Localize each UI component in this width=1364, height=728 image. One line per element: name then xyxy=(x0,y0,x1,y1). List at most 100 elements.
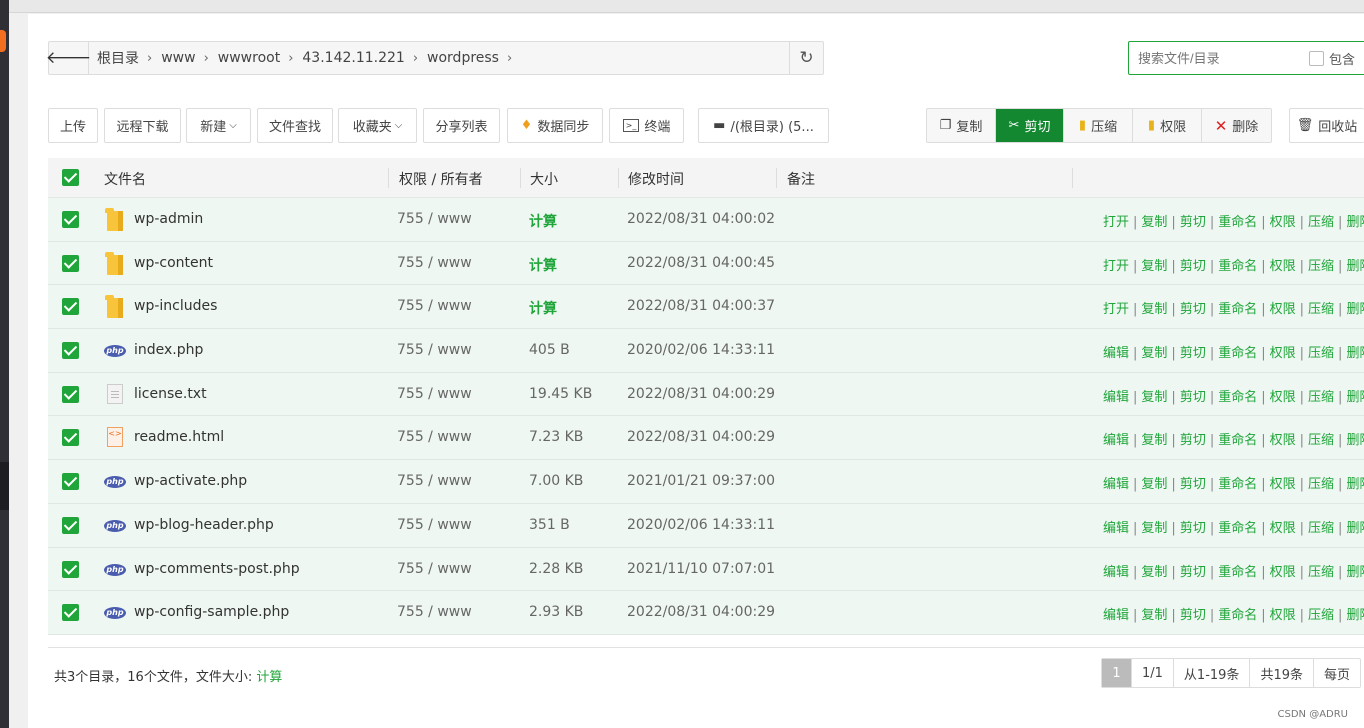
breadcrumb-item[interactable]: 43.142.11.221 xyxy=(302,50,404,66)
row-action[interactable]: 删除 xyxy=(1346,259,1364,274)
row-action[interactable]: 复制 xyxy=(1141,477,1167,492)
file-name[interactable]: readme.html xyxy=(134,429,224,445)
row-action[interactable]: 删除 xyxy=(1346,215,1364,230)
row-action[interactable]: 压缩 xyxy=(1308,346,1334,361)
remote-download-button[interactable]: 远程下载 xyxy=(104,108,181,143)
row-action[interactable]: 压缩 xyxy=(1308,521,1334,536)
table-row[interactable]: wp-includes 755 / www 计算 2022/08/31 04:00:3… xyxy=(48,285,1364,330)
row-action[interactable]: 删除 xyxy=(1346,346,1364,361)
row-action[interactable]: 重命名 xyxy=(1218,346,1257,361)
row-open-action[interactable]: 编辑 xyxy=(1103,565,1129,580)
row-open-action[interactable]: 编辑 xyxy=(1103,390,1129,405)
row-open-action[interactable]: 编辑 xyxy=(1103,521,1129,536)
file-permission[interactable]: 755 / www xyxy=(397,211,472,227)
row-checkbox[interactable] xyxy=(62,211,79,228)
row-action[interactable]: 权限 xyxy=(1270,608,1296,623)
file-name[interactable]: wp-includes xyxy=(134,298,217,314)
file-permission[interactable]: 755 / www xyxy=(397,604,472,620)
row-checkbox[interactable] xyxy=(62,473,79,491)
batch-cut-button[interactable]: ✂ 剪切 xyxy=(996,109,1064,142)
favorites-dropdown-button[interactable]: 收藏夹 ⌵ xyxy=(338,108,417,143)
header-size[interactable]: 大小 xyxy=(530,169,558,189)
row-action[interactable]: 权限 xyxy=(1270,565,1296,580)
file-name[interactable]: license.txt xyxy=(134,386,207,402)
row-open-action[interactable]: 编辑 xyxy=(1103,433,1129,448)
row-checkbox[interactable] xyxy=(62,516,79,534)
row-open-action[interactable]: 编辑 xyxy=(1103,477,1129,492)
row-checkbox[interactable] xyxy=(62,429,79,447)
row-action[interactable]: 压缩 xyxy=(1308,302,1334,317)
row-open-action[interactable]: 编辑 xyxy=(1103,346,1129,361)
row-action[interactable]: 删除 xyxy=(1346,608,1364,623)
row-checkbox[interactable] xyxy=(62,560,79,578)
row-action[interactable]: 剪切 xyxy=(1180,215,1206,230)
column-divider[interactable] xyxy=(1072,168,1073,188)
back-button[interactable]: 🡐 xyxy=(46,42,91,74)
row-action[interactable]: 复制 xyxy=(1141,608,1167,623)
search-input[interactable] xyxy=(1129,43,1309,73)
row-action[interactable]: 剪切 xyxy=(1180,608,1206,623)
column-divider[interactable] xyxy=(776,168,777,188)
row-action[interactable]: 复制 xyxy=(1141,390,1167,405)
row-action[interactable]: 重命名 xyxy=(1218,433,1257,448)
row-action[interactable]: 剪切 xyxy=(1180,521,1206,536)
row-action[interactable]: 重命名 xyxy=(1218,259,1257,274)
row-action[interactable]: 权限 xyxy=(1270,215,1296,230)
file-permission[interactable]: 755 / www xyxy=(397,429,472,445)
row-action[interactable]: 剪切 xyxy=(1180,565,1206,580)
new-dropdown-button[interactable]: 新建 ⌵ xyxy=(186,108,251,143)
page-size-selector[interactable]: 每页 xyxy=(1314,659,1360,687)
row-action[interactable]: 删除 xyxy=(1346,477,1364,492)
row-action[interactable]: 重命名 xyxy=(1218,390,1257,405)
file-size[interactable]: 计算 xyxy=(529,298,557,318)
table-row[interactable]: php wp-activate.php 755 / www 7.00 KB 2021/0… xyxy=(48,460,1364,504)
row-action[interactable]: 重命名 xyxy=(1218,215,1257,230)
file-name[interactable]: wp-activate.php xyxy=(134,473,247,489)
table-row[interactable]: php wp-config-sample.php 755 / www 2.93 KB 2… xyxy=(48,591,1364,635)
table-row[interactable]: license.txt 755 / www 19.45 KB 2022/08/31 0… xyxy=(48,372,1364,417)
page-current[interactable]: 1 xyxy=(1102,659,1132,687)
file-permission[interactable]: 755 / www xyxy=(397,517,472,533)
table-row[interactable]: php wp-comments-post.php 755 / www 2.28 KB 2… xyxy=(48,547,1364,592)
row-action[interactable]: 权限 xyxy=(1270,521,1296,536)
row-action[interactable]: 剪切 xyxy=(1180,302,1206,317)
table-row[interactable]: <> readme.html 755 / www 7.23 KB 2022/08/31 … xyxy=(48,416,1364,461)
row-action[interactable]: 复制 xyxy=(1141,346,1167,361)
row-action[interactable]: 删除 xyxy=(1346,565,1364,580)
row-action[interactable]: 复制 xyxy=(1141,215,1167,230)
header-mtime[interactable]: 修改时间 xyxy=(628,169,684,189)
row-action[interactable]: 重命名 xyxy=(1218,521,1257,536)
row-action[interactable]: 压缩 xyxy=(1308,390,1334,405)
upload-button[interactable]: 上传 xyxy=(48,108,98,143)
row-action[interactable]: 复制 xyxy=(1141,565,1167,580)
select-all-checkbox[interactable] xyxy=(62,169,79,186)
column-divider[interactable] xyxy=(520,168,521,188)
table-row[interactable]: php wp-blog-header.php 755 / www 351 B 2020/… xyxy=(48,503,1364,548)
row-action[interactable]: 权限 xyxy=(1270,390,1296,405)
calc-size-link[interactable]: 计算 xyxy=(256,670,282,685)
row-action[interactable]: 删除 xyxy=(1346,390,1364,405)
refresh-button[interactable]: ↻ xyxy=(789,42,823,74)
row-action[interactable]: 压缩 xyxy=(1308,433,1334,448)
breadcrumb-item[interactable]: wwwroot xyxy=(218,50,280,66)
breadcrumb-item[interactable]: www xyxy=(161,50,195,66)
row-action[interactable]: 重命名 xyxy=(1218,477,1257,492)
row-open-action[interactable]: 编辑 xyxy=(1103,608,1129,623)
breadcrumb-item[interactable]: wordpress xyxy=(427,50,499,66)
row-action[interactable]: 删除 xyxy=(1346,302,1364,317)
file-name[interactable]: wp-content xyxy=(134,255,213,271)
file-permission[interactable]: 755 / www xyxy=(397,561,472,577)
row-action[interactable]: 压缩 xyxy=(1308,565,1334,580)
header-filename[interactable]: 文件名 xyxy=(104,169,146,189)
include-subdir-toggle[interactable]: 包含 xyxy=(1309,49,1355,68)
row-action[interactable]: 删除 xyxy=(1346,433,1364,448)
table-row[interactable]: wp-admin 755 / www 计算 2022/08/31 04:00:02 打开… xyxy=(48,198,1364,242)
batch-permission-button[interactable]: ▮ 权限 xyxy=(1133,109,1202,142)
row-action[interactable]: 重命名 xyxy=(1218,302,1257,317)
row-action[interactable]: 剪切 xyxy=(1180,259,1206,274)
batch-delete-button[interactable]: ✕ 删除 xyxy=(1202,109,1271,142)
row-action[interactable]: 剪切 xyxy=(1180,433,1206,448)
row-action[interactable]: 剪切 xyxy=(1180,346,1206,361)
batch-compress-button[interactable]: ▮ 压缩 xyxy=(1064,109,1133,142)
row-action[interactable]: 复制 xyxy=(1141,302,1167,317)
